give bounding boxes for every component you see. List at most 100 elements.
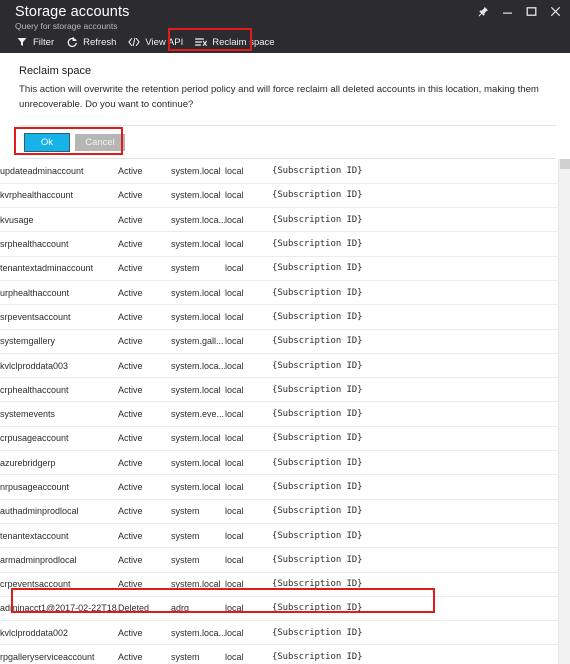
cell-status: Active — [118, 572, 171, 597]
cell-resource-group: system.local — [171, 474, 225, 500]
cell-subscription-id: {Subscription ID} — [272, 523, 558, 549]
table-row[interactable]: rpgalleryserviceaccount Active system local… — [0, 644, 558, 664]
cell-location: local — [225, 523, 272, 549]
storage-accounts-table-container: updateadminaccount Active system.local loca… — [0, 159, 570, 664]
cell-subscription-id: {Subscription ID} — [272, 499, 558, 524]
funnel-icon — [16, 36, 28, 48]
pin-icon[interactable] — [477, 5, 490, 18]
cell-subscription-id: {Subscription ID} — [272, 572, 558, 597]
cell-resource-group: system.gall... — [171, 329, 225, 354]
scrollbar-thumb[interactable] — [560, 159, 570, 169]
cell-location: local — [225, 159, 272, 184]
cell-location: local — [225, 183, 272, 209]
cell-subscription-id: {Subscription ID} — [272, 644, 558, 664]
reclaim-space-button[interactable]: Reclaim space — [192, 34, 283, 50]
maximize-icon[interactable] — [525, 5, 538, 18]
cell-resource-group: system — [171, 644, 225, 664]
cell-location: local — [225, 644, 272, 664]
vertical-scrollbar[interactable] — [558, 159, 570, 664]
cell-account-name: nrpusageaccount — [0, 474, 118, 500]
cell-subscription-id: {Subscription ID} — [272, 207, 558, 233]
reclaim-space-label: Reclaim space — [212, 36, 275, 48]
reclaim-space-icon — [195, 36, 208, 48]
cell-resource-group: system.local — [171, 572, 225, 597]
cell-subscription-id: {Subscription ID} — [272, 159, 558, 184]
cell-subscription-id: {Subscription ID} — [272, 256, 558, 281]
cell-resource-group: system — [171, 499, 225, 524]
confirm-title: Reclaim space — [19, 65, 92, 77]
cell-subscription-id: {Subscription ID} — [272, 426, 558, 452]
filter-label: Filter — [33, 36, 55, 48]
table-row[interactable]: kvrphealthaccount Active system.local local… — [0, 183, 558, 209]
cell-location: local — [225, 547, 272, 573]
table-row[interactable]: azurebridgerp Active system.local local {Sub… — [0, 450, 558, 476]
cell-account-name: systemevents — [0, 401, 118, 427]
minimize-icon[interactable] — [501, 5, 514, 18]
cell-resource-group: system.local — [171, 304, 225, 330]
table-row[interactable]: systemevents Active system.eve... local {Sub… — [0, 401, 558, 427]
cell-status: Active — [118, 401, 171, 427]
table-row[interactable]: armadminprodlocal Active system local {Subsc… — [0, 547, 558, 573]
reclaim-space-confirmation: Reclaim space This action will overwrite… — [0, 53, 570, 159]
cell-account-name: srpeventsaccount — [0, 304, 118, 330]
filter-button[interactable]: Filter — [13, 34, 63, 50]
cell-status: Active — [118, 256, 171, 281]
cell-account-name: adminacct1@2017-02-22T18... — [0, 596, 118, 622]
cell-account-name: kvrphealthaccount — [0, 183, 118, 209]
table-row[interactable]: tenantextadminaccount Active system local {S… — [0, 256, 558, 281]
table-row[interactable]: srpeventsaccount Active system.local local{… — [0, 304, 558, 330]
cell-resource-group: system — [171, 523, 225, 549]
view-api-label: View API — [145, 36, 184, 48]
code-brackets-icon — [128, 36, 140, 48]
cell-account-name: kvlclproddata003 — [0, 353, 118, 379]
ok-button[interactable]: Ok — [24, 133, 70, 152]
command-bar: Filter Refresh View API Reclaim space — [13, 32, 284, 52]
table-row[interactable]: urphealthaccount Active system.local local{… — [0, 280, 558, 306]
table-row[interactable]: crpusageaccount Active system.local local {S… — [0, 426, 558, 452]
table-row[interactable]: srphealthaccount Active system.local local{… — [0, 231, 558, 257]
cell-resource-group: system.loca... — [171, 207, 225, 233]
close-icon[interactable] — [549, 5, 562, 18]
cell-account-name: updateadminaccount — [0, 159, 118, 184]
table-row[interactable]: adminacct1@2017-02-22T18... Deleted adrg lo… — [0, 596, 558, 622]
cell-subscription-id: {Subscription ID} — [272, 329, 558, 354]
table-row[interactable]: kvusage Active system.loca... local {Subscri… — [0, 207, 558, 233]
refresh-button[interactable]: Refresh — [63, 34, 125, 50]
cell-status: Active — [118, 620, 171, 646]
cell-account-name: rpgalleryserviceaccount — [0, 644, 118, 664]
cell-location: local — [225, 499, 272, 524]
cell-status: Active — [118, 329, 171, 354]
cell-account-name: armadminprodlocal — [0, 547, 118, 573]
cell-account-name: crpeventsaccount — [0, 572, 118, 597]
cell-location: local — [225, 207, 272, 233]
cell-location: local — [225, 377, 272, 403]
cell-status: Active — [118, 207, 171, 233]
table-row[interactable]: kvlclproddata002 Active system.loca... loca… — [0, 620, 558, 646]
cell-resource-group: system — [171, 256, 225, 281]
cell-resource-group: system.loca... — [171, 620, 225, 646]
table-row[interactable]: nrpusageaccount Active system.local local {S… — [0, 474, 558, 500]
cancel-button[interactable]: Cancel — [75, 134, 125, 151]
table-row[interactable]: crpeventsaccount Active system.local local{… — [0, 572, 558, 597]
cell-status: Active — [118, 644, 171, 664]
table-row[interactable]: authadminprodlocal Active system local {Subs… — [0, 499, 558, 524]
cell-account-name: srphealthaccount — [0, 231, 118, 257]
cell-resource-group: system.eve... — [171, 401, 225, 427]
view-api-button[interactable]: View API — [125, 34, 192, 50]
cell-resource-group: system.local — [171, 231, 225, 257]
cell-resource-group: system — [171, 547, 225, 573]
cell-location: local — [225, 280, 272, 306]
cell-resource-group: system.local — [171, 183, 225, 209]
window-titlebar: Storage accounts Query for storage accou… — [0, 0, 570, 53]
cell-account-name: tenantextaccount — [0, 523, 118, 549]
table-row[interactable]: crphealthaccount Active system.local local{… — [0, 377, 558, 403]
cell-status: Active — [118, 547, 171, 573]
confirm-actions: Ok Cancel — [19, 126, 556, 157]
table-row[interactable]: tenantextaccount Active system local {Subscr… — [0, 523, 558, 549]
cell-subscription-id: {Subscription ID} — [272, 401, 558, 427]
cell-account-name: urphealthaccount — [0, 280, 118, 306]
table-row[interactable]: systemgallery Active system.gall... local {S… — [0, 329, 558, 354]
table-row[interactable]: updateadminaccount Active system.local loca… — [0, 159, 558, 184]
table-row[interactable]: kvlclproddata003 Active system.loca... loca… — [0, 353, 558, 379]
cell-resource-group: system.local — [171, 159, 225, 184]
